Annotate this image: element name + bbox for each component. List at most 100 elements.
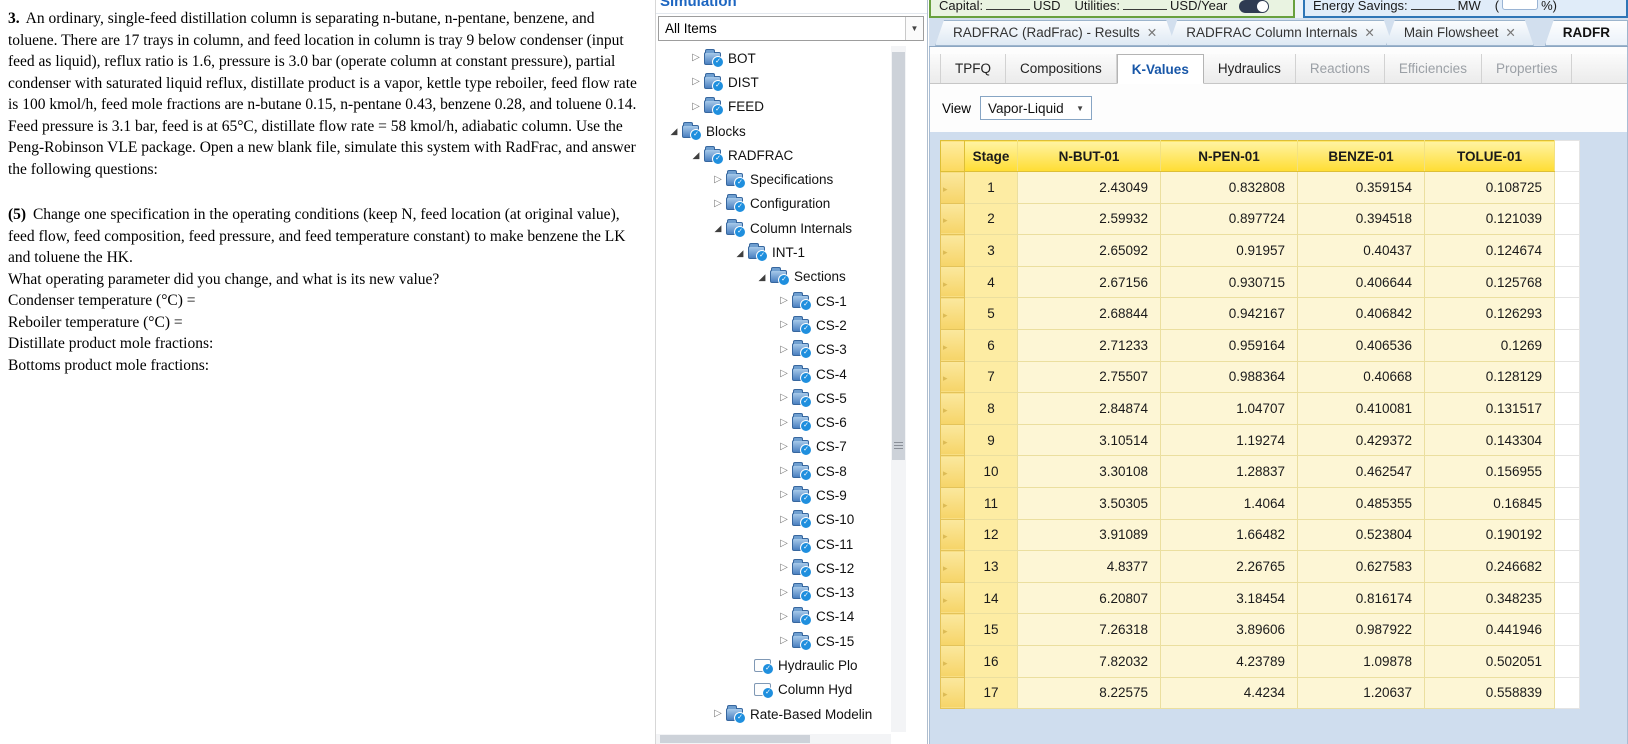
value-cell[interactable]: 0.156955	[1424, 455, 1555, 488]
column-header-n-but-01[interactable]: N-BUT-01	[1017, 140, 1161, 172]
tree-item-cs-8[interactable]: ▷ CS-8	[656, 459, 889, 483]
row-selector[interactable]: ▸	[940, 328, 965, 362]
tree-collapsed-arrow-icon[interactable]: ▷	[710, 197, 726, 211]
value-cell[interactable]: 0.406536	[1297, 328, 1425, 362]
stage-cell[interactable]: 3	[964, 234, 1018, 267]
value-cell[interactable]: 0.987922	[1297, 613, 1425, 646]
subtab-compositions[interactable]: Compositions	[1006, 54, 1117, 83]
corner-selector-cell[interactable]	[940, 140, 965, 172]
tree-item-blocks[interactable]: ◢ Blocks	[656, 119, 889, 143]
row-selector[interactable]: ▸	[940, 297, 965, 330]
tree-item-cs-14[interactable]: ▷ CS-14	[656, 605, 889, 629]
value-cell[interactable]: 0.441946	[1424, 613, 1555, 646]
tree-item-specifications[interactable]: ▷ Specifications	[656, 167, 889, 191]
tree-expanded-arrow-icon[interactable]: ◢	[754, 270, 770, 284]
row-selector[interactable]: ▸	[940, 518, 965, 552]
value-cell[interactable]: 3.10514	[1017, 423, 1161, 457]
value-cell[interactable]: 4.4234	[1160, 676, 1298, 710]
row-selector[interactable]: ▸	[940, 423, 965, 457]
tree-collapsed-arrow-icon[interactable]: ▷	[776, 440, 792, 454]
value-cell[interactable]: 0.897724	[1160, 202, 1298, 236]
row-selector[interactable]: ▸	[940, 486, 965, 520]
value-cell[interactable]: 1.20637	[1297, 676, 1425, 710]
value-cell[interactable]: 0.348235	[1424, 581, 1555, 615]
value-cell[interactable]: 1.28837	[1160, 455, 1298, 488]
stage-cell[interactable]: 14	[964, 581, 1018, 615]
subtab-k-values[interactable]: K-Values	[1116, 54, 1204, 84]
tree-item-cs-6[interactable]: ▷ CS-6	[656, 410, 889, 434]
tree-item-column-hyd[interactable]: Column Hyd	[656, 678, 889, 702]
row-selector[interactable]: ▸	[940, 613, 965, 646]
tree-collapsed-arrow-icon[interactable]: ▷	[710, 707, 726, 721]
view-dropdown[interactable]: Vapor-Liquid ▼	[980, 96, 1093, 120]
row-selector[interactable]: ▸	[940, 644, 965, 678]
value-cell[interactable]: 3.30108	[1017, 455, 1161, 488]
value-cell[interactable]: 1.09878	[1297, 644, 1425, 678]
value-cell[interactable]: 0.359154	[1297, 171, 1425, 204]
row-selector[interactable]: ▸	[940, 392, 965, 425]
tree-item-cs-2[interactable]: ▷ CS-2	[656, 313, 889, 337]
tree-collapsed-arrow-icon[interactable]: ▷	[710, 173, 726, 187]
row-selector[interactable]: ▸	[940, 550, 965, 583]
row-selector[interactable]: ▸	[940, 234, 965, 267]
value-cell[interactable]: 0.816174	[1297, 581, 1425, 615]
value-cell[interactable]: 0.523804	[1297, 518, 1425, 552]
value-cell[interactable]: 0.429372	[1297, 423, 1425, 457]
value-cell[interactable]: 1.4064	[1160, 486, 1298, 520]
energy-percent-input[interactable]	[1502, 0, 1539, 10]
value-cell[interactable]: 0.40437	[1297, 234, 1425, 267]
value-cell[interactable]: 0.462547	[1297, 455, 1425, 488]
value-cell[interactable]: 0.502051	[1424, 644, 1555, 678]
tree-item-dist[interactable]: ▷ DIST	[656, 70, 889, 94]
tree-collapsed-arrow-icon[interactable]: ▷	[776, 367, 792, 381]
value-cell[interactable]: 7.26318	[1017, 613, 1161, 646]
value-cell[interactable]: 0.959164	[1160, 328, 1298, 362]
value-cell[interactable]: 1.66482	[1160, 518, 1298, 552]
value-cell[interactable]: 0.131517	[1424, 392, 1555, 425]
tree-item-cs-11[interactable]: ▷ CS-11	[656, 532, 889, 556]
scrollbar-thumb[interactable]	[660, 735, 810, 743]
tree-item-cs-3[interactable]: ▷ CS-3	[656, 338, 889, 362]
value-cell[interactable]: 3.50305	[1017, 486, 1161, 520]
tree-collapsed-arrow-icon[interactable]: ▷	[776, 391, 792, 405]
value-cell[interactable]: 7.82032	[1017, 644, 1161, 678]
stage-cell[interactable]: 6	[964, 328, 1018, 362]
tree-collapsed-arrow-icon[interactable]: ▷	[776, 343, 792, 357]
value-cell[interactable]: 0.40668	[1297, 360, 1425, 394]
value-cell[interactable]: 2.75507	[1017, 360, 1161, 394]
value-cell[interactable]: 0.942167	[1160, 297, 1298, 330]
value-cell[interactable]: 0.121039	[1424, 202, 1555, 236]
close-tab-icon[interactable]: ✕	[1364, 26, 1374, 40]
tree-item-rate-based-modelin[interactable]: ▷ Rate-Based Modelin	[656, 702, 889, 726]
subtab-hydraulics[interactable]: Hydraulics	[1204, 54, 1296, 83]
tree-item-cs-9[interactable]: ▷ CS-9	[656, 483, 889, 507]
tree-item-cs-10[interactable]: ▷ CS-10	[656, 508, 889, 532]
tree-item-cs-15[interactable]: ▷ CS-15	[656, 629, 889, 653]
row-selector[interactable]: ▸	[940, 265, 965, 299]
tree-item-cs-13[interactable]: ▷ CS-13	[656, 581, 889, 605]
value-cell[interactable]: 8.22575	[1017, 676, 1161, 710]
stage-cell[interactable]: 13	[964, 550, 1018, 583]
row-selector[interactable]: ▸	[940, 676, 965, 710]
value-cell[interactable]: 2.59932	[1017, 202, 1161, 236]
tree-item-cs-12[interactable]: ▷ CS-12	[656, 556, 889, 580]
tab-radfrac-results[interactable]: RADFRAC (RadFrac) - Results ✕	[935, 20, 1175, 46]
value-cell[interactable]: 3.91089	[1017, 518, 1161, 552]
tree-item-radfrac[interactable]: ◢ RADFRAC	[656, 143, 889, 167]
tree-collapsed-arrow-icon[interactable]: ▷	[776, 634, 792, 648]
tree-item-hydraulic-plo[interactable]: Hydraulic Plo	[656, 653, 889, 677]
value-cell[interactable]: 0.406644	[1297, 265, 1425, 299]
value-cell[interactable]: 2.65092	[1017, 234, 1161, 267]
value-cell[interactable]: 4.23789	[1160, 644, 1298, 678]
tree-item-column-internals[interactable]: ◢ Column Internals	[656, 216, 889, 240]
value-cell[interactable]: 3.18454	[1160, 581, 1298, 615]
value-cell[interactable]: 0.988364	[1160, 360, 1298, 394]
tree-collapsed-arrow-icon[interactable]: ▷	[776, 416, 792, 430]
tree-item-cs-5[interactable]: ▷ CS-5	[656, 386, 889, 410]
tree-collapsed-arrow-icon[interactable]: ▷	[776, 610, 792, 624]
value-cell[interactable]: 6.20807	[1017, 581, 1161, 615]
chevron-down-icon[interactable]: ▼	[905, 17, 923, 40]
stage-cell[interactable]: 15	[964, 613, 1018, 646]
tree-collapsed-arrow-icon[interactable]: ▷	[776, 537, 792, 551]
value-cell[interactable]: 2.71233	[1017, 328, 1161, 362]
